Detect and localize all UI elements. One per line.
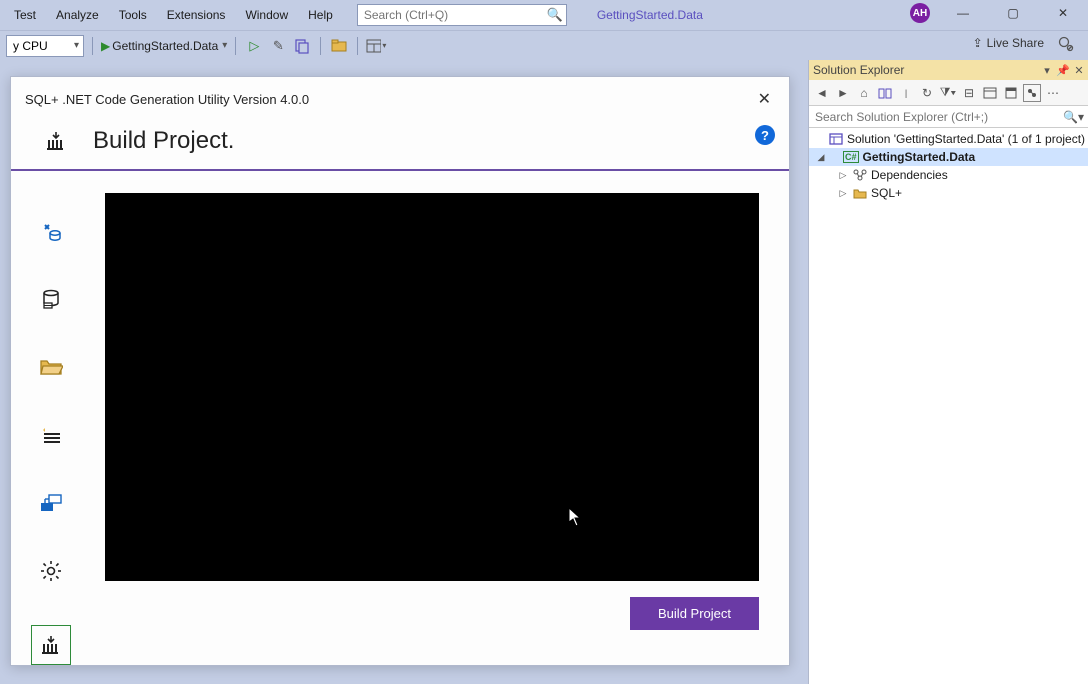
sqlplus-folder-label: SQL+ <box>871 186 902 200</box>
panel-close-icon[interactable]: ✕ <box>1072 64 1086 77</box>
dependencies-label: Dependencies <box>871 168 948 182</box>
chevron-down-icon: ▾ <box>222 40 227 51</box>
platform-combo[interactable]: y CPU <box>6 35 84 57</box>
layout-icon[interactable]: ▾ <box>366 36 386 56</box>
solution-node[interactable]: Solution 'GettingStarted.Data' (1 of 1 p… <box>809 130 1088 148</box>
solution-tree[interactable]: Solution 'GettingStarted.Data' (1 of 1 p… <box>809 128 1088 684</box>
properties-icon[interactable] <box>1002 84 1020 102</box>
separator <box>320 37 321 55</box>
solution-explorer-toolbar: ◄ ► ⌂ | ↻ ⧩▾ ⊟ ⋯ <box>809 80 1088 106</box>
window-close-button[interactable]: ✕ <box>1046 2 1080 24</box>
collapse-icon[interactable]: ⊟ <box>960 84 978 102</box>
sqlplus-dialog: SQL+ .NET Code Generation Utility Versio… <box>10 76 790 666</box>
window-maximize-button[interactable]: ▢ <box>996 2 1030 24</box>
feedback-icon[interactable] <box>1058 36 1074 52</box>
switch-views-icon[interactable] <box>876 84 894 102</box>
refresh-icon[interactable]: ↻ <box>918 84 936 102</box>
folder-step-icon[interactable] <box>37 353 65 381</box>
show-all-icon[interactable] <box>981 84 999 102</box>
menu-analyze[interactable]: Analyze <box>46 4 109 26</box>
database-step-icon[interactable] <box>37 285 65 313</box>
solution-search-input[interactable] <box>809 106 1088 127</box>
solution-explorer-titlebar[interactable]: Solution Explorer ▾ 📌 ✕ <box>809 60 1088 80</box>
start-debug-button[interactable]: ▶ GettingStarted.Data ▾ <box>101 39 227 53</box>
home-icon[interactable]: ⌂ <box>855 84 873 102</box>
panel-dropdown-icon[interactable]: ▾ <box>1040 64 1054 77</box>
user-avatar[interactable]: AH <box>910 3 930 23</box>
build-header-icon <box>45 130 67 152</box>
separator <box>92 37 93 55</box>
live-share-button[interactable]: ⇪ Live Share <box>973 36 1044 50</box>
nav-forward-icon[interactable]: ► <box>834 84 852 102</box>
build-project-button[interactable]: Build Project <box>630 597 759 630</box>
csharp-project-icon: C# <box>843 151 859 163</box>
project-label: GettingStarted.Data <box>863 150 976 164</box>
expand-icon[interactable]: ◢ <box>815 152 827 163</box>
toolbar-sep: | <box>897 84 915 102</box>
project-node[interactable]: ◢ C# GettingStarted.Data <box>809 148 1088 166</box>
preview-icon[interactable] <box>1023 84 1041 102</box>
live-share-label: Live Share <box>987 36 1044 50</box>
expand-icon[interactable]: ▷ <box>837 188 849 199</box>
nav-back-icon[interactable]: ◄ <box>813 84 831 102</box>
dependencies-node[interactable]: ▷ Dependencies <box>809 166 1088 184</box>
solution-label: Solution 'GettingStarted.Data' (1 of 1 p… <box>847 132 1085 146</box>
separator <box>235 37 236 55</box>
help-button[interactable]: ? <box>755 125 775 145</box>
menu-test[interactable]: Test <box>4 4 46 26</box>
console-output <box>105 193 759 581</box>
share-icon: ⇪ <box>973 36 983 50</box>
play-outline-icon[interactable]: ▷ <box>244 36 264 56</box>
filter-icon[interactable]: ⧩▾ <box>939 84 957 102</box>
title-controls: AH — ▢ ✕ <box>910 2 1080 24</box>
solution-explorer-panel: Solution Explorer ▾ 📌 ✕ ◄ ► ⌂ | ↻ ⧩▾ ⊟ <box>808 60 1088 684</box>
cursor-icon <box>565 507 583 529</box>
toolbar-overflow-icon[interactable]: ⋯ <box>1044 84 1062 102</box>
queries-step-icon[interactable] <box>37 489 65 517</box>
dependencies-icon <box>853 169 867 181</box>
menu-window[interactable]: Window <box>235 4 298 26</box>
list-step-icon[interactable] <box>37 421 65 449</box>
dialog-sidebar <box>11 171 91 665</box>
menu-extensions[interactable]: Extensions <box>157 4 236 26</box>
separator <box>357 37 358 55</box>
editor-area: SQL+ .NET Code Generation Utility Versio… <box>0 60 808 684</box>
solution-icon <box>829 133 843 145</box>
dialog-close-button[interactable]: ✕ <box>754 87 775 111</box>
solution-explorer-title: Solution Explorer <box>813 63 904 77</box>
folder-icon[interactable] <box>329 36 349 56</box>
dialog-heading: Build Project. <box>93 127 234 155</box>
titlebar-project-name: GettingStarted.Data <box>597 8 703 22</box>
menu-tools[interactable]: Tools <box>109 4 157 26</box>
menu-help[interactable]: Help <box>298 4 343 26</box>
run-target-label: GettingStarted.Data <box>112 39 218 53</box>
sqlplus-folder-node[interactable]: ▷ SQL+ <box>809 184 1088 202</box>
build-step-icon[interactable] <box>31 625 71 665</box>
brush-icon[interactable]: ✎ <box>268 36 288 56</box>
settings-step-icon[interactable] <box>37 557 65 585</box>
folder-icon <box>853 188 867 199</box>
files-icon[interactable] <box>292 36 312 56</box>
main-toolbar: y CPU ▶ GettingStarted.Data ▾ ▷ ✎ ▾ <box>0 30 1088 60</box>
connection-step-icon[interactable] <box>37 217 65 245</box>
play-icon: ▶ <box>101 39 110 53</box>
expand-icon[interactable]: ▷ <box>837 170 849 181</box>
window-minimize-button[interactable]: — <box>946 2 980 24</box>
search-icon: 🔍▾ <box>1063 110 1084 124</box>
dialog-title: SQL+ .NET Code Generation Utility Versio… <box>25 92 309 107</box>
panel-pin-icon[interactable]: 📌 <box>1056 64 1070 77</box>
global-search-input[interactable] <box>357 4 567 26</box>
